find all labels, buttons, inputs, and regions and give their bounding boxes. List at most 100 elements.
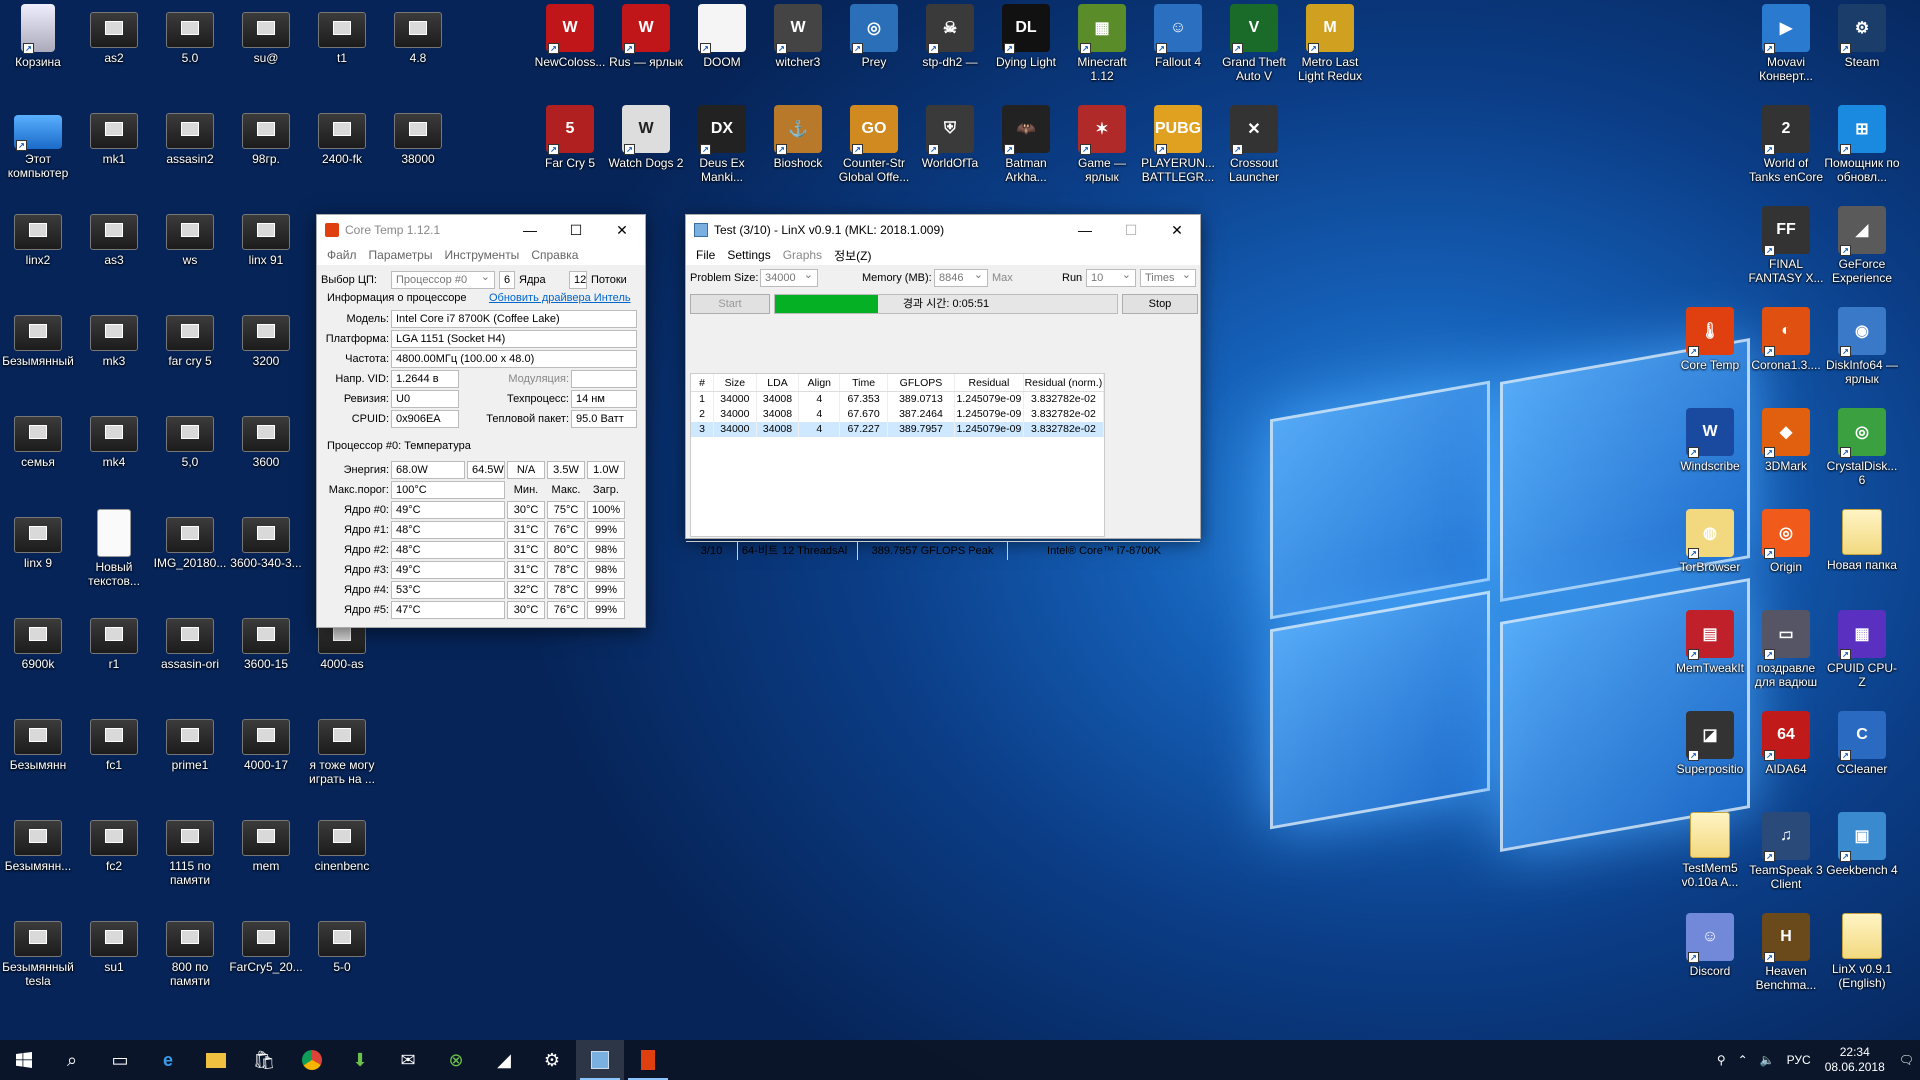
column-header[interactable]: GFLOPS: [888, 374, 956, 391]
desktop-icon[interactable]: GO ↗ Counter-Str Global Offe...: [836, 101, 912, 201]
people-icon[interactable]: ⚲: [1711, 1053, 1732, 1067]
desktop-icon[interactable]: FarCry5_20...: [228, 909, 304, 1009]
desktop-icon[interactable]: 5 ↗ Far Cry 5: [532, 101, 608, 201]
problem-size-dropdown[interactable]: 34000: [760, 267, 818, 287]
clock[interactable]: 22:34 08.06.2018: [1817, 1045, 1893, 1075]
desktop-icon[interactable]: TestMem5 v0.10a A...: [1672, 808, 1748, 908]
desktop-icon[interactable]: ☺ ↗ Fallout 4: [1140, 0, 1216, 100]
mail-icon[interactable]: ✉: [384, 1040, 432, 1080]
desktop-icon[interactable]: as3: [76, 202, 152, 302]
close-button[interactable]: ✕: [1154, 215, 1200, 245]
desktop-icon[interactable]: DL ↗ Dying Light: [988, 0, 1064, 100]
geforce-icon[interactable]: ◢: [480, 1040, 528, 1080]
desktop-icon[interactable]: 6900k: [0, 606, 76, 706]
coretemp-window[interactable]: Core Temp 1.12.1 — ☐ ✕ Файл Параметры Инст…: [316, 214, 646, 628]
xbox-icon[interactable]: ⊗: [432, 1040, 480, 1080]
column-header[interactable]: Time: [840, 374, 888, 391]
stop-button[interactable]: Stop: [1122, 294, 1198, 314]
desktop-icon[interactable]: LinX v0.9.1 (English): [1824, 909, 1900, 1009]
desktop-icon[interactable]: C ↗ CCleaner: [1824, 707, 1900, 807]
desktop-icon[interactable]: Безымянный: [0, 303, 76, 403]
desktop-icon[interactable]: ✕ ↗ Crossout Launcher: [1216, 101, 1292, 201]
steam-icon[interactable]: ⚙: [528, 1040, 576, 1080]
desktop-icon[interactable]: ◉ ↗ DiskInfo64 — ярлык: [1824, 303, 1900, 403]
memory-dropdown[interactable]: 8846: [934, 267, 988, 287]
times-dropdown[interactable]: Times: [1140, 267, 1196, 287]
menu-file[interactable]: Файл: [321, 248, 363, 262]
desktop-icon[interactable]: ▭ ↗ поздравле для вадюш: [1748, 606, 1824, 706]
menu-file[interactable]: File: [690, 248, 721, 262]
desktop-icon[interactable]: 2 ↗ World of Tanks enCore: [1748, 101, 1824, 201]
column-header[interactable]: LDA: [757, 374, 800, 391]
store-icon[interactable]: 🛍: [240, 1040, 288, 1080]
desktop-icon[interactable]: 🌡 ↗ Core Temp: [1672, 303, 1748, 403]
desktop-icon[interactable]: ◎ ↗ Origin: [1748, 505, 1824, 605]
desktop-icon[interactable]: su@: [228, 0, 304, 100]
input-language[interactable]: РУС: [1781, 1053, 1817, 1067]
menu-help[interactable]: Справка: [525, 248, 584, 262]
desktop-icon[interactable]: ↗ Корзина: [0, 0, 76, 100]
table-row[interactable]: 3 34000 34008 4 67.227 389.7957 1.245079e-09 3.…: [691, 422, 1104, 437]
desktop-icon[interactable]: Новая папка: [1824, 505, 1900, 605]
desktop-icon[interactable]: ▦ ↗ CPUID CPU-Z: [1824, 606, 1900, 706]
desktop-icon[interactable]: ⚓ ↗ Bioshock: [760, 101, 836, 201]
desktop-icon[interactable]: 3600-340-3...: [228, 505, 304, 605]
linx-window[interactable]: Test (3/10) - LinX v0.9.1 (MKL: 2018.1.0…: [685, 214, 1201, 560]
desktop-icon[interactable]: DX ↗ Deus Ex Manki...: [684, 101, 760, 201]
desktop-icon[interactable]: fc1: [76, 707, 152, 807]
desktop-icon[interactable]: ◎ ↗ CrystalDisk... 6: [1824, 404, 1900, 504]
linx-taskbar-icon[interactable]: [576, 1040, 624, 1080]
desktop-icon[interactable]: ▤ ↗ MemTweakIt: [1672, 606, 1748, 706]
desktop-icon[interactable]: linx2: [0, 202, 76, 302]
coretemp-titlebar[interactable]: Core Temp 1.12.1 — ☐ ✕: [317, 215, 645, 245]
file-explorer-icon[interactable]: [192, 1040, 240, 1080]
column-header[interactable]: Residual (norm.): [1024, 374, 1104, 391]
desktop-icon[interactable]: prime1: [152, 707, 228, 807]
desktop-icon[interactable]: W ↗ Rus — ярлык: [608, 0, 684, 100]
menu-tools[interactable]: Инструменты: [438, 248, 525, 262]
desktop-icon[interactable]: FF ↗ FINAL FANTASY X...: [1748, 202, 1824, 302]
desktop-icon[interactable]: mk3: [76, 303, 152, 403]
desktop-icon[interactable]: ◎ ↗ Prey: [836, 0, 912, 100]
desktop-icon[interactable]: ⊞ ↗ Помощник по обновл...: [1824, 101, 1900, 201]
desktop-icon[interactable]: W ↗ Windscribe: [1672, 404, 1748, 504]
desktop-icon[interactable]: ⚙ ↗ Steam: [1824, 0, 1900, 100]
column-header[interactable]: #: [691, 374, 715, 391]
desktop-icon[interactable]: su1: [76, 909, 152, 1009]
desktop-icon[interactable]: Безымянный tesla: [0, 909, 76, 1009]
desktop-icon[interactable]: linx 9: [0, 505, 76, 605]
desktop-icon[interactable]: mk1: [76, 101, 152, 201]
desktop-icon[interactable]: Безымянн: [0, 707, 76, 807]
maximize-button[interactable]: ☐: [1108, 215, 1154, 245]
desktop-icon[interactable]: fc2: [76, 808, 152, 908]
desktop-icon[interactable]: 2400-fk: [304, 101, 380, 201]
desktop-icon[interactable]: assasin2: [152, 101, 228, 201]
desktop-icon[interactable]: IMG_20180...: [152, 505, 228, 605]
desktop-icon[interactable]: ⛨ ↗ WorldOfTa: [912, 101, 988, 201]
column-header[interactable]: Size: [714, 374, 757, 391]
close-button[interactable]: ✕: [599, 215, 645, 245]
desktop-icon[interactable]: as2: [76, 0, 152, 100]
desktop-icon[interactable]: W ↗ Watch Dogs 2: [608, 101, 684, 201]
desktop-icon[interactable]: ◍ ↗ TorBrowser: [1672, 505, 1748, 605]
notifications-icon[interactable]: 🗨: [1893, 1053, 1920, 1067]
desktop-icon[interactable]: ◆ ↗ 3DMark: [1748, 404, 1824, 504]
menu-graphs[interactable]: Graphs: [777, 248, 828, 262]
desktop-icon[interactable]: 5-0: [304, 909, 380, 1009]
start-button[interactable]: Start: [690, 294, 770, 314]
desktop-icon[interactable]: mem: [228, 808, 304, 908]
desktop-icon[interactable]: 98гр.: [228, 101, 304, 201]
desktop-icon[interactable]: 38000: [380, 101, 456, 201]
minimize-button[interactable]: —: [1062, 215, 1108, 245]
desktop-icon[interactable]: r1: [76, 606, 152, 706]
menu-about[interactable]: 정보(Z): [828, 247, 877, 264]
desktop-icon[interactable]: ◐ ↗ Corona1.3....: [1748, 303, 1824, 403]
desktop-icon[interactable]: M ↗ Metro Last Light Redux: [1292, 0, 1368, 100]
search-icon[interactable]: ⌕: [48, 1040, 96, 1080]
chrome-icon[interactable]: [288, 1040, 336, 1080]
desktop-icon[interactable]: 3600-15: [228, 606, 304, 706]
desktop-icon[interactable]: t1: [304, 0, 380, 100]
run-count-dropdown[interactable]: 10: [1086, 267, 1136, 287]
desktop-icon[interactable]: Безымянн...: [0, 808, 76, 908]
desktop-icon[interactable]: ↗ DOOM: [684, 0, 760, 100]
